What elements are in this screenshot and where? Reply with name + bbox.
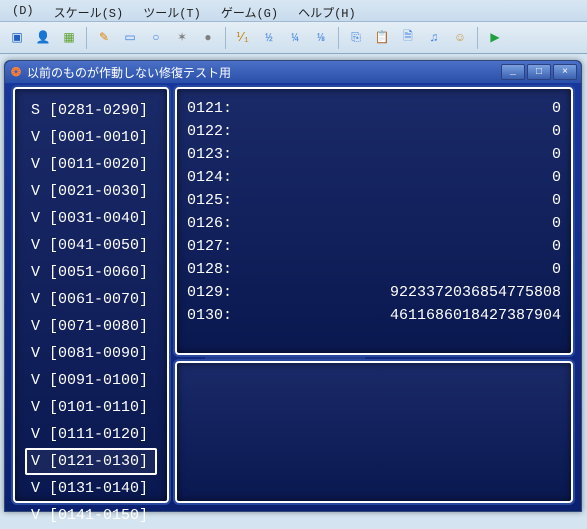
variable-value: 0 (232, 258, 561, 281)
variable-value: 9223372036854775808 (232, 281, 561, 304)
variable-row: 0129:9223372036854775808 (187, 281, 561, 304)
copy-icon[interactable]: ⎘ (345, 27, 367, 49)
menu-bar: (D) スケール(S) ツール(T) ゲーム(G) ヘルプ(H) (0, 0, 587, 22)
menu-item[interactable]: ツール(T) (139, 2, 205, 19)
debug-window: ❂ 以前のものが作動しない修復テスト用 _ □ × S [0281-0290]V… (4, 60, 582, 512)
range-item[interactable]: V [0011-0020] (25, 151, 157, 178)
menu-item[interactable]: ゲーム(G) (217, 2, 282, 19)
variable-id: 0128: (187, 258, 232, 281)
menu-item[interactable]: スケール(S) (50, 2, 128, 19)
variable-row: 0123:0 (187, 143, 561, 166)
variable-value: 0 (232, 212, 561, 235)
variable-row: 0125:0 (187, 189, 561, 212)
variable-id: 0123: (187, 143, 232, 166)
menu-item[interactable]: (D) (8, 2, 38, 19)
play-icon[interactable]: ▶ (484, 27, 506, 49)
variable-value: 0 (232, 143, 561, 166)
variable-id: 0122: (187, 120, 232, 143)
doc-icon[interactable]: 🗎 (397, 27, 419, 49)
maximize-button[interactable]: □ (527, 64, 551, 80)
range-item[interactable]: V [0091-0100] (25, 367, 157, 394)
app-icon: ❂ (9, 65, 23, 79)
detail-panel (175, 361, 573, 503)
star-icon[interactable]: ✶ (171, 27, 193, 49)
range-item[interactable]: V [0111-0120] (25, 421, 157, 448)
variable-id: 0121: (187, 97, 232, 120)
window-title: 以前のものが作動しない修復テスト用 (27, 64, 231, 81)
variable-value: 0 (232, 97, 561, 120)
person-icon[interactable]: 👤 (32, 27, 54, 49)
range-item[interactable]: V [0121-0130] (25, 448, 157, 475)
variable-value: 0 (232, 120, 561, 143)
dot-icon[interactable]: ● (197, 27, 219, 49)
variable-row: 0128:0 (187, 258, 561, 281)
separator (86, 27, 87, 49)
variable-row: 0121:0 (187, 97, 561, 120)
variable-id: 0126: (187, 212, 232, 235)
variable-id: 0129: (187, 281, 232, 304)
range-item[interactable]: V [0041-0050] (25, 232, 157, 259)
range-item[interactable]: V [0081-0090] (25, 340, 157, 367)
range-item[interactable]: S [0281-0290] (25, 97, 157, 124)
toolbar: ▣👤▦ ✎▭○✶● ⅟₁½¼⅛ ⎘📋🗎♫☺ ▶ (0, 22, 587, 54)
pencil-icon[interactable]: ✎ (93, 27, 115, 49)
range-item[interactable]: V [0021-0030] (25, 178, 157, 205)
range-item[interactable]: V [0061-0070] (25, 286, 157, 313)
variable-row: 0127:0 (187, 235, 561, 258)
music-icon[interactable]: ♫ (423, 27, 445, 49)
picture-icon[interactable]: ▦ (58, 27, 80, 49)
menu-item[interactable]: ヘルプ(H) (294, 2, 360, 19)
variable-value: 0 (232, 166, 561, 189)
range-item[interactable]: V [0051-0060] (25, 259, 157, 286)
title-bar[interactable]: ❂ 以前のものが作動しない修復テスト用 _ □ × (5, 61, 581, 83)
variable-row: 0130:4611686018427387904 (187, 304, 561, 327)
separator (225, 27, 226, 49)
scale-14-icon[interactable]: ¼ (284, 27, 306, 49)
avatar-icon[interactable]: ☺ (449, 27, 471, 49)
paste-icon[interactable]: 📋 (371, 27, 393, 49)
range-item[interactable]: V [0101-0110] (25, 394, 157, 421)
rect-icon[interactable]: ▭ (119, 27, 141, 49)
variable-row: 0126:0 (187, 212, 561, 235)
variable-value: 0 (232, 235, 561, 258)
close-button[interactable]: × (553, 64, 577, 80)
minimize-button[interactable]: _ (501, 64, 525, 80)
variable-value: 0 (232, 189, 561, 212)
range-item[interactable]: V [0031-0040] (25, 205, 157, 232)
scale-18-icon[interactable]: ⅛ (310, 27, 332, 49)
variable-id: 0127: (187, 235, 232, 258)
variable-values-panel: 0121:00122:00123:00124:00125:00126:00127… (175, 87, 573, 355)
variable-row: 0124:0 (187, 166, 561, 189)
separator (338, 27, 339, 49)
range-item[interactable]: V [0071-0080] (25, 313, 157, 340)
range-item[interactable]: V [0131-0140] (25, 475, 157, 502)
variable-id: 0124: (187, 166, 232, 189)
layers-icon[interactable]: ▣ (6, 27, 28, 49)
range-item[interactable]: V [0001-0010] (25, 124, 157, 151)
scale-12-icon[interactable]: ½ (258, 27, 280, 49)
variable-id: 0125: (187, 189, 232, 212)
variable-value: 4611686018427387904 (232, 304, 561, 327)
range-list-panel[interactable]: S [0281-0290]V [0001-0010]V [0011-0020]V… (13, 87, 169, 503)
variable-row: 0122:0 (187, 120, 561, 143)
variable-id: 0130: (187, 304, 232, 327)
circle-icon[interactable]: ○ (145, 27, 167, 49)
separator (477, 27, 478, 49)
scale-11-icon[interactable]: ⅟₁ (232, 27, 254, 49)
range-item[interactable]: V [0141-0150] (25, 502, 157, 529)
